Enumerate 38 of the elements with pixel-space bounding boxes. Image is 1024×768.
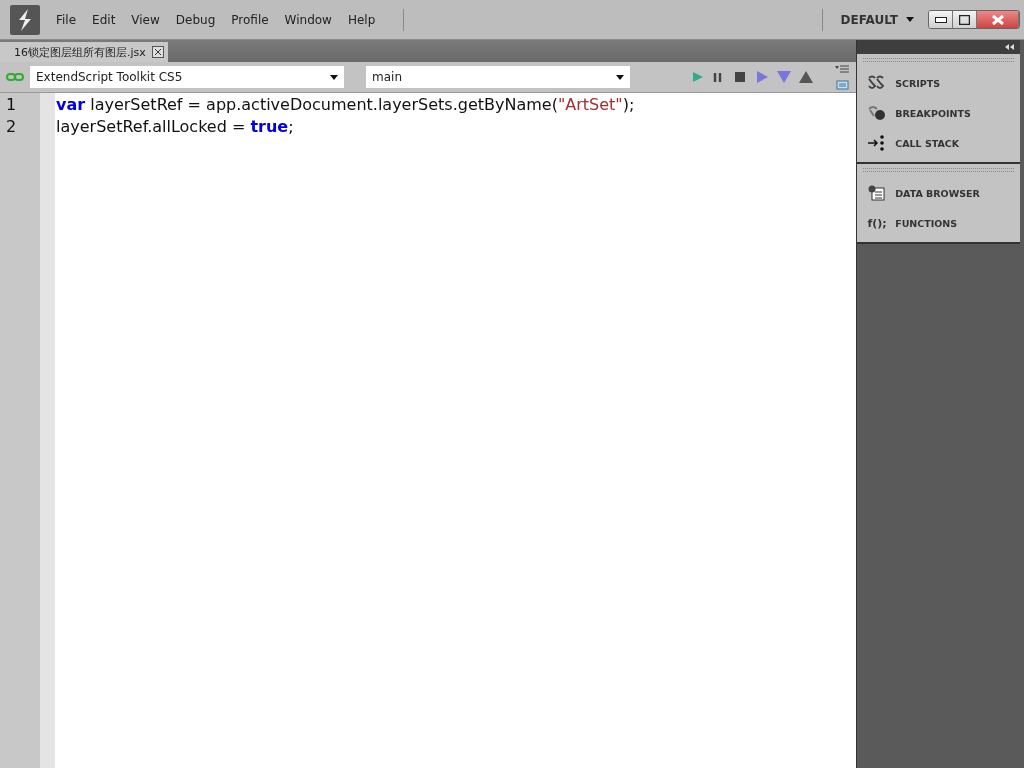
collapse-icon[interactable] [1005,44,1014,50]
close-button[interactable] [977,11,1019,28]
data-browser-icon [867,185,888,201]
breakpoint-icon [867,105,888,121]
panel-item[interactable]: BREAKPOINTS [859,98,1018,128]
minimize-button[interactable] [929,11,953,28]
menu-item[interactable]: File [56,12,77,27]
line-number: 1 [5,95,18,116]
maximize-button[interactable] [953,11,977,28]
minimize-icon [934,16,947,23]
target-dropdown[interactable]: ExtendScript Toolkit CS5 [30,66,344,88]
menu-item[interactable]: View [131,12,160,27]
step-out-icon[interactable] [798,71,815,83]
menu-item[interactable]: Edit [92,12,116,27]
panel-item[interactable]: f(); FUNCTIONS [859,208,1018,238]
caret-icon [616,74,624,80]
panel-item[interactable]: CALL STACK [859,128,1018,158]
panel-item[interactable]: DATA BROWSER [859,178,1018,208]
tab-label: 16锁定图层组所有图层.jsx [14,44,146,60]
menu-item[interactable]: Window [284,12,332,27]
engine-dropdown[interactable]: main [366,66,630,88]
panel-item[interactable]: SCRIPTS [859,68,1018,98]
menu-item[interactable]: Help [347,12,376,27]
functions-icon: f(); [867,216,888,230]
close-icon [991,14,1004,25]
menu-item[interactable]: Profile [231,12,269,27]
line-number: 2 [5,117,18,138]
close-icon[interactable] [151,46,164,58]
workspace-switcher[interactable]: DEFAULT [834,11,920,28]
caret-icon [906,17,914,22]
menu-item[interactable]: Debug [175,12,216,27]
panel-menu-icon[interactable] [834,64,851,90]
maximize-icon [959,14,970,25]
code-line: var layerSetRef = app.activeDocument.layerSets.getByName("ArtSet"); [55,95,636,116]
code-line: layerSetRef.allLocked = true; [55,117,295,138]
document-tab[interactable]: 16锁定图层组所有图层.jsx [0,42,168,62]
caret-icon [330,74,338,80]
app-logo [10,4,40,35]
